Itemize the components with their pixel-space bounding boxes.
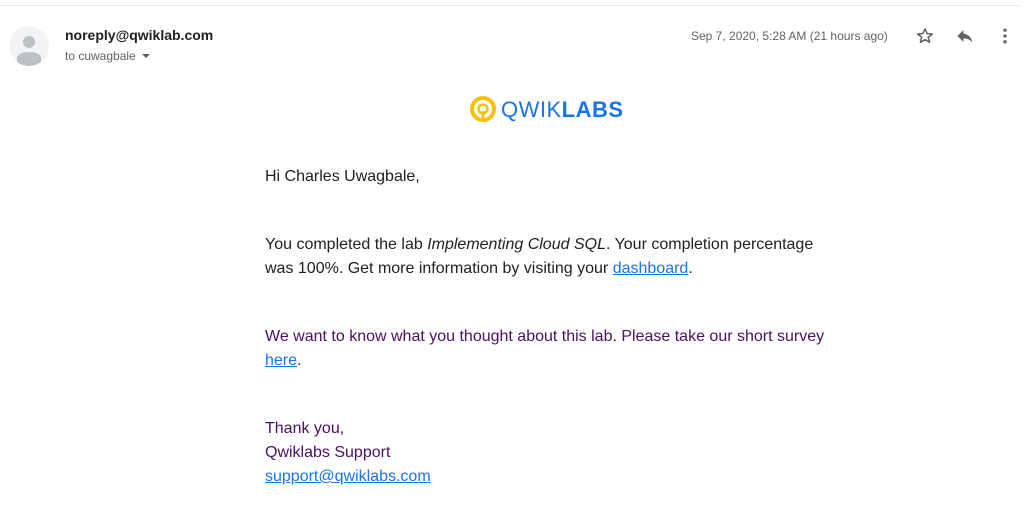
greeting: Hi Charles Uwagbale, — [265, 168, 420, 185]
completion-paragraph: You completed the lab Implementing Cloud… — [265, 233, 825, 281]
more-options-button[interactable] — [993, 24, 1017, 48]
sender-avatar[interactable] — [9, 26, 49, 66]
logo-text-labs: LABS — [561, 97, 624, 122]
star-outline-icon — [917, 28, 933, 44]
chevron-down-icon[interactable] — [141, 54, 150, 58]
more-vert-icon — [1003, 28, 1007, 44]
email-timestamp: Sep 7, 2020, 5:28 AM (21 hours ago) — [691, 29, 888, 43]
survey-text: We want to know what you thought about t… — [265, 328, 825, 345]
sender-address[interactable]: noreply@qwiklab.com — [65, 27, 213, 43]
dashboard-link[interactable]: dashboard — [613, 260, 689, 277]
qwiklabs-logo: QWIKLABS — [469, 96, 624, 124]
completion-text-3: . — [688, 260, 693, 277]
reply-icon — [957, 30, 973, 43]
top-divider — [0, 5, 1020, 6]
survey-suffix: . — [297, 352, 302, 369]
person-icon — [17, 36, 41, 66]
survey-paragraph: We want to know what you thought about t… — [265, 325, 825, 373]
survey-link[interactable]: here — [265, 352, 297, 369]
recipient-label: to cuwagbale — [65, 49, 136, 63]
support-team: Qwiklabs Support — [265, 444, 391, 461]
qwiklabs-logo-icon — [470, 96, 496, 122]
logo-text-qwik: QWIK — [501, 97, 562, 122]
completion-text-1: You completed the lab — [265, 236, 428, 253]
signature: Thank you, Qwiklabs Support support@qwik… — [265, 417, 825, 489]
support-email-link[interactable]: support@qwiklabs.com — [265, 468, 431, 485]
email-body: Hi Charles Uwagbale, You completed the l… — [265, 165, 825, 489]
reply-button[interactable] — [953, 24, 977, 48]
recipient-line[interactable]: to cuwagbale — [65, 49, 150, 63]
signoff: Thank you, — [265, 420, 345, 437]
lab-name: Implementing Cloud SQL — [427, 236, 606, 253]
star-button[interactable] — [913, 24, 937, 48]
